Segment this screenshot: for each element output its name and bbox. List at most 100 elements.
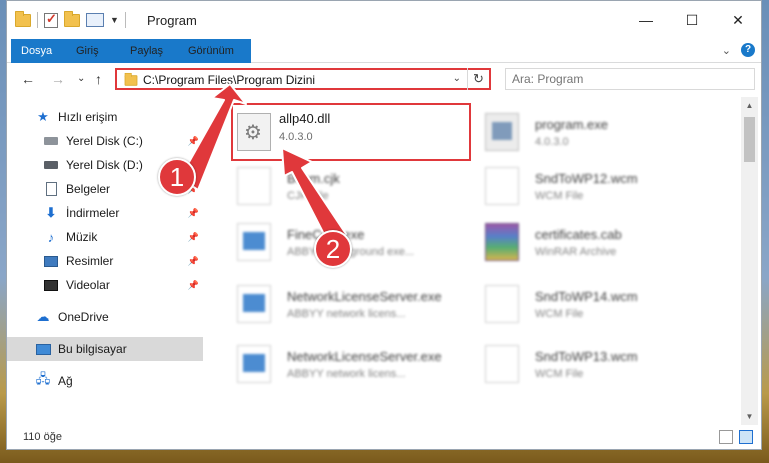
network-icon: 🖧 [35,371,51,386]
minimize-button[interactable]: — [623,1,669,39]
address-bar[interactable]: C:\Program Files\Program Dizini ⌄ ↻ [115,68,491,90]
drive-icon [43,157,59,173]
file-type: WinRAR Archive [535,246,617,258]
pin-icon: 📌 [187,135,199,146]
properties-check-icon[interactable] [44,11,58,28]
sidebar-item-label: Ağ [58,374,73,388]
search-input[interactable] [506,69,754,89]
computer-icon [35,341,51,357]
drive-icon [43,133,59,149]
sidebar-item-label: Bu bilgisayar [58,342,127,356]
file-name: SndToWP14.wcm [535,289,638,304]
scroll-up-icon[interactable]: ▲ [741,97,758,114]
sidebar-item-downloads[interactable]: ⬇ İndirmeler 📌 [7,201,203,225]
tab-view[interactable]: Görünüm [177,39,245,63]
up-button[interactable]: ↑ [95,71,102,87]
search-box[interactable] [505,68,755,90]
sidebar-item-music[interactable]: ♪ Müzik 📌 [7,225,203,249]
close-button[interactable]: ✕ [715,1,761,39]
maximize-button[interactable]: ☐ [669,1,715,39]
download-icon: ⬇ [45,205,57,220]
file-type: CJK File [287,190,329,202]
step-2-badge: 2 [314,230,352,268]
tab-share[interactable]: Paylaş [119,39,174,63]
refresh-button[interactable]: ↻ [467,68,489,90]
application-icon [237,223,271,261]
sidebar-item-label: İndirmeler [66,206,120,220]
chevron-down-icon[interactable]: ▼ [110,15,119,25]
video-icon [43,277,59,293]
file-name: program.exe [535,117,608,132]
pictures-icon [43,253,59,269]
status-bar: 110 öğe [7,425,761,449]
file-item[interactable]: program.exe 4.0.3.0 [479,107,719,157]
file-name: NetworkLicenseServer.exe [287,289,442,304]
sidebar-item-label: OneDrive [58,310,109,324]
explorer-window: ▼ Program — ☐ ✕ Dosya Giriş Paylaş Görün… [6,0,762,450]
new-folder-icon[interactable] [64,10,80,27]
window-title: Program [147,13,197,28]
archive-icon [485,223,519,261]
file-item[interactable]: SndToWP13.wcm WCM File [479,339,719,389]
cloud-icon: ☁ [36,309,50,324]
folder-icon [15,10,31,27]
file-item[interactable]: NetworkLicenseServer.exe ABBYY network l… [231,339,471,389]
window-controls: — ☐ ✕ [623,1,761,39]
sidebar-item-network[interactable]: 🖧 Ağ [7,369,203,393]
sidebar-item-onedrive[interactable]: ☁ OneDrive [7,305,203,329]
file-icon [485,285,519,323]
forward-button[interactable]: → [51,71,65,87]
tiles-view-icon[interactable] [739,430,753,444]
details-view-icon[interactable] [719,430,733,444]
customize-icon[interactable] [86,13,104,27]
pin-icon: 📌 [187,279,199,290]
sidebar-item-label: Müzik [66,230,98,244]
file-type: ABBYY network licens... [287,308,406,320]
step-1-badge: 1 [158,158,196,196]
ribbon: Dosya Giriş Paylaş Görünüm ⌄ ? [7,39,761,89]
pin-icon: 📌 [187,255,199,266]
file-item[interactable]: Bcom.cjk CJK File [231,161,471,211]
file-type: WCM File [535,190,584,202]
file-item[interactable]: NetworkLicenseServer.exe ABBYY network l… [231,279,471,329]
sidebar-item-label: Yerel Disk (D:) [66,158,143,172]
navigation-pane: ★ Hızlı erişim Yerel Disk (C:) 📌 Yerel D… [7,97,203,425]
file-item[interactable]: SndToWP14.wcm WCM File [479,279,719,329]
toolbar-separator [124,12,126,28]
file-name: NetworkLicenseServer.exe [287,349,442,364]
file-icon [485,345,519,383]
application-icon [237,285,271,323]
scroll-down-icon[interactable]: ▼ [741,408,758,425]
file-type: WCM File [535,368,584,380]
sidebar-item-this-pc[interactable]: Bu bilgisayar [7,337,203,361]
back-button[interactable]: ← [21,71,35,87]
music-icon: ♪ [47,229,55,245]
file-item[interactable]: SndToWP12.wcm WCM File [479,161,719,211]
folder-icon [124,72,138,86]
sidebar-item-quick-access[interactable]: ★ Hızlı erişim [7,105,203,129]
sidebar-item-label: Hızlı erişim [58,110,118,124]
sidebar-item-local-disk-c[interactable]: Yerel Disk (C:) 📌 [7,129,203,153]
exe-file-icon [485,113,519,151]
vertical-scrollbar[interactable]: ▲ ▼ [741,97,758,425]
chevron-down-icon[interactable]: ⌄ [453,73,461,84]
tab-home[interactable]: Giriş [65,39,110,63]
pin-icon: 📌 [187,231,199,242]
recent-locations-button[interactable]: ⌄ [77,73,85,84]
file-item[interactable]: certificates.cab WinRAR Archive [479,217,719,267]
sidebar-item-label: Videolar [66,278,110,292]
ribbon-right-controls: ⌄ ? [722,43,755,57]
scroll-thumb[interactable] [744,117,755,162]
navigation-bar: ← → ⌄ ↑ C:\Program Files\Program Dizini … [7,63,761,95]
quick-access-toolbar: ▼ [15,10,126,28]
sidebar-item-pictures[interactable]: Resimler 📌 [7,249,203,273]
address-path[interactable]: C:\Program Files\Program Dizini [143,73,315,87]
title-bar: ▼ Program — ☐ ✕ [7,1,761,39]
file-icon [485,167,519,205]
help-icon[interactable]: ? [741,43,755,57]
sidebar-item-videos[interactable]: Videolar 📌 [7,273,203,297]
expand-ribbon-icon[interactable]: ⌄ [722,44,731,57]
document-icon [43,181,59,197]
application-icon [237,345,271,383]
file-name: SndToWP12.wcm [535,171,638,186]
